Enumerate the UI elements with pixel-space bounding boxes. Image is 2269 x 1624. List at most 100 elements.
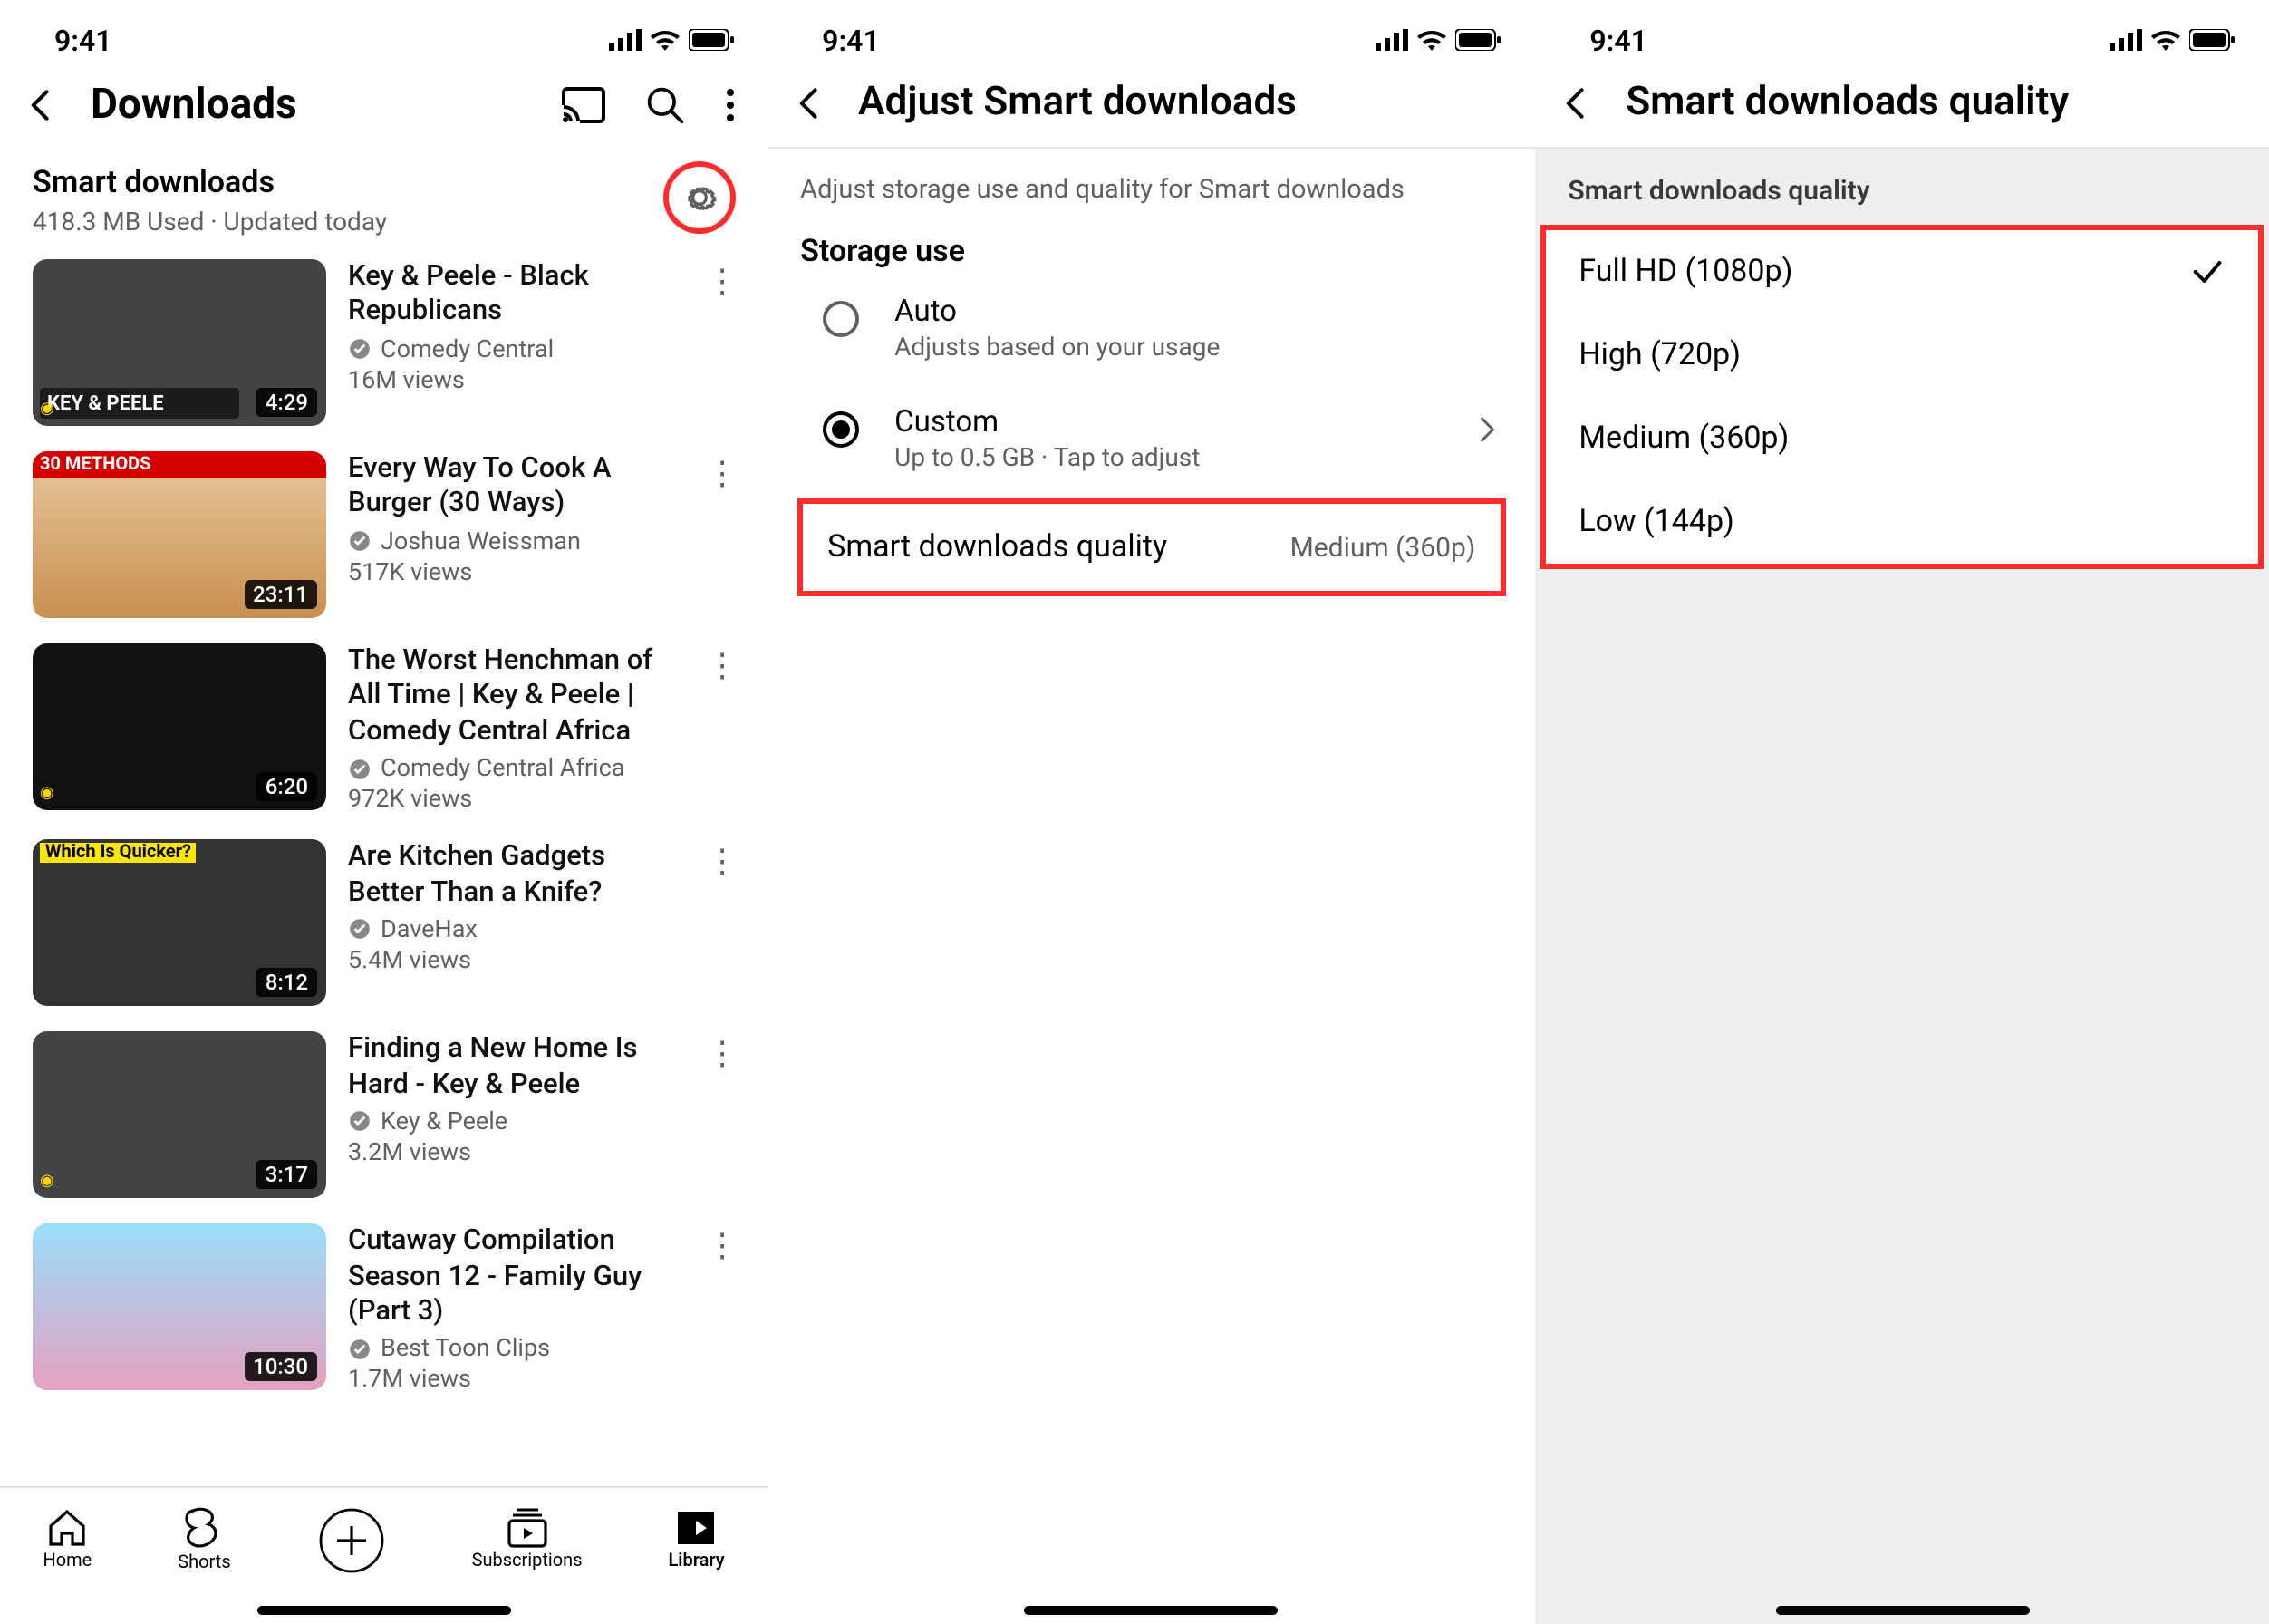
view-count: 972K views	[348, 785, 684, 814]
video-list: KEY & PEELE ◉ 4:29 Key & Peele - Black R…	[0, 237, 768, 1486]
section-subtitle: 418.3 MB Used · Updated today	[33, 208, 387, 237]
back-icon[interactable]	[1557, 82, 1597, 122]
radio-selected-icon	[822, 411, 858, 448]
video-item[interactable]: Which Is Quicker? 8:12 Are Kitchen Gadge…	[33, 839, 735, 1006]
home-icon	[45, 1508, 89, 1548]
video-more-icon[interactable]: ⋮	[706, 451, 735, 618]
option-subtitle: Adjusts based on your usage	[894, 334, 1220, 362]
storage-use-heading: Storage use	[800, 234, 1502, 270]
quality-option[interactable]: Full HD (1080p)	[1546, 230, 2258, 314]
thumbnail: KEY & PEELE ◉ 4:29	[33, 259, 326, 426]
library-icon	[675, 1508, 719, 1548]
header: Adjust Smart downloads	[768, 69, 1535, 136]
channel-name: Comedy Central	[381, 335, 554, 364]
verified-icon	[348, 530, 372, 554]
settings-button-highlight[interactable]	[662, 161, 735, 234]
view-count: 3.2M views	[348, 1138, 684, 1167]
nav-create[interactable]	[317, 1505, 386, 1574]
video-title: Cutaway Compilation Season 12 - Family G…	[348, 1223, 684, 1329]
quality-value: Medium (360p)	[1290, 531, 1476, 564]
channel-name: Best Toon Clips	[381, 1335, 550, 1364]
nav-subscriptions[interactable]: Subscriptions	[472, 1508, 583, 1571]
battery-icon	[2189, 29, 2236, 51]
page-title: Adjust Smart downloads	[858, 80, 1513, 125]
status-bar: 9:41	[1535, 0, 2269, 69]
thumbnail: 30 METHODS 23:11	[33, 451, 326, 618]
battery-icon	[1455, 29, 1502, 51]
channel-name: Joshua Weissman	[381, 527, 581, 556]
video-more-icon[interactable]: ⋮	[706, 1031, 735, 1198]
option-label: Full HD (1080p)	[1579, 254, 1792, 290]
quality-option[interactable]: Low (144p)	[1546, 480, 2258, 564]
cc-logo-icon: ◉	[40, 401, 54, 419]
battery-icon	[688, 29, 735, 51]
video-item[interactable]: KEY & PEELE ◉ 4:29 Key & Peele - Black R…	[33, 259, 735, 426]
video-more-icon[interactable]: ⋮	[706, 259, 735, 426]
status-bar: 9:41	[768, 0, 1535, 69]
bottom-nav: Home Shorts Subscriptions Library	[0, 1486, 768, 1595]
screen-adjust-smart-downloads: 9:41 Adjust Smart downloads Adjust stora…	[768, 0, 1535, 1624]
quality-label: Smart downloads quality	[827, 529, 1167, 566]
thumbnail-overlay: Which Is Quicker?	[33, 839, 326, 866]
plus-circle-icon	[317, 1505, 386, 1574]
quality-row-highlight[interactable]: Smart downloads quality Medium (360p)	[797, 498, 1506, 596]
thumbnail-overlay: KEY & PEELE	[40, 388, 239, 419]
quality-heading: Smart downloads quality	[1535, 149, 2269, 225]
option-label: Medium (360p)	[1579, 420, 1789, 457]
view-count: 1.7M views	[348, 1366, 684, 1395]
more-icon[interactable]	[724, 86, 735, 122]
gear-icon	[679, 178, 719, 218]
video-item[interactable]: ◉ 6:20 The Worst Henchman of All Time | …	[33, 643, 735, 814]
status-icons	[1376, 29, 1502, 51]
video-more-icon[interactable]: ⋮	[706, 643, 735, 814]
duration-badge: 23:11	[244, 580, 317, 609]
option-subtitle: Up to 0.5 GB · Tap to adjust	[894, 444, 1200, 473]
subscriptions-icon	[506, 1508, 549, 1548]
chevron-right-icon	[1470, 413, 1502, 446]
quality-option[interactable]: Medium (360p)	[1546, 397, 2258, 480]
verified-icon	[348, 918, 372, 942]
back-icon[interactable]	[22, 84, 62, 124]
description-text: Adjust storage use and quality for Smart…	[800, 174, 1502, 205]
duration-badge: 4:29	[256, 388, 317, 417]
wifi-icon	[2149, 29, 2182, 51]
cc-logo-icon: ◉	[40, 1173, 54, 1191]
nav-label: Library	[669, 1552, 725, 1571]
screen-downloads: 9:41 Downloads Smart downloads 418.3 MB …	[0, 0, 768, 1624]
nav-library[interactable]: Library	[669, 1508, 725, 1571]
page-title: Downloads	[91, 80, 532, 129]
check-icon	[2189, 254, 2226, 290]
nav-shorts[interactable]: Shorts	[178, 1506, 230, 1573]
quality-option[interactable]: High (720p)	[1546, 314, 2258, 397]
verified-icon	[348, 1338, 372, 1361]
verified-icon	[348, 757, 372, 780]
option-title: Custom	[894, 406, 1200, 440]
cast-icon[interactable]	[561, 86, 604, 122]
nav-home[interactable]: Home	[43, 1508, 92, 1571]
status-bar: 9:41	[0, 0, 768, 69]
storage-option-auto[interactable]: Auto Adjusts based on your usage	[800, 270, 1502, 381]
view-count: 5.4M views	[348, 946, 684, 975]
video-more-icon[interactable]: ⋮	[706, 1223, 735, 1394]
video-item[interactable]: 10:30 Cutaway Compilation Season 12 - Fa…	[33, 1223, 735, 1394]
channel-name: DaveHax	[381, 915, 478, 944]
cellular-icon	[1376, 29, 1408, 51]
video-more-icon[interactable]: ⋮	[706, 839, 735, 1006]
thumbnail: Which Is Quicker? 8:12	[33, 839, 326, 1006]
page-title: Smart downloads quality	[1626, 80, 2247, 125]
back-icon[interactable]	[789, 82, 829, 122]
video-item[interactable]: ◉ 3:17 Finding a New Home Is Hard - Key …	[33, 1031, 735, 1198]
storage-option-custom[interactable]: Custom Up to 0.5 GB · Tap to adjust	[800, 381, 1502, 491]
home-indicator	[0, 1595, 768, 1624]
video-item[interactable]: 30 METHODS 23:11 Every Way To Cook A Bur…	[33, 451, 735, 618]
status-icons	[608, 29, 735, 51]
status-icons	[2110, 29, 2236, 51]
verified-icon	[348, 1110, 372, 1134]
cellular-icon	[2110, 29, 2142, 51]
video-title: The Worst Henchman of All Time | Key & P…	[348, 643, 684, 749]
video-title: Finding a New Home Is Hard - Key & Peele	[348, 1031, 684, 1102]
smart-downloads-section: Smart downloads 418.3 MB Used · Updated …	[0, 140, 768, 237]
search-icon[interactable]	[644, 84, 684, 124]
status-time: 9:41	[1589, 23, 1647, 57]
header: Smart downloads quality	[1535, 69, 2269, 136]
